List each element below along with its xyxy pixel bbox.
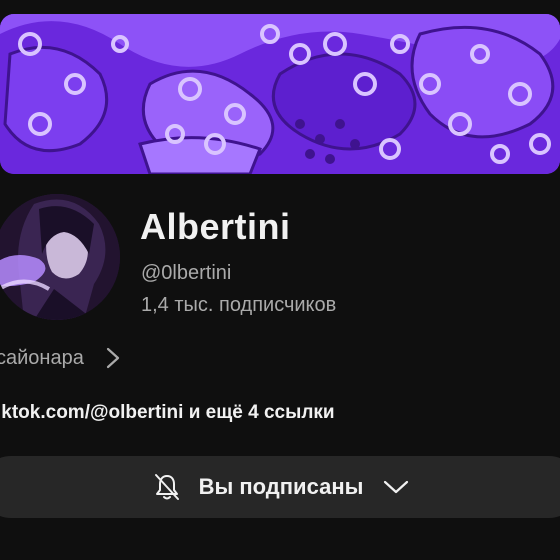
channel-handle: @0lbertini	[141, 262, 232, 284]
channel-description[interactable]: сайонара	[0, 344, 120, 372]
subscriber-count: 1,4 тыс. подписчиков	[141, 294, 337, 316]
channel-name: Albertini	[140, 206, 291, 247]
chevron-down-icon	[383, 479, 409, 495]
subscribed-button[interactable]: Вы подписаны	[0, 456, 560, 518]
banner-artwork	[0, 14, 560, 174]
channel-links[interactable]: iktok.com/@olbertini и ещё 4 ссылки	[0, 402, 335, 424]
chevron-right-icon	[106, 347, 120, 369]
subscribed-label: Вы подписаны	[198, 474, 364, 499]
bell-off-icon	[151, 471, 183, 503]
channel-banner[interactable]	[0, 14, 560, 174]
avatar-artwork	[0, 194, 120, 320]
channel-avatar[interactable]	[0, 194, 120, 320]
description-text: сайонара	[0, 346, 84, 369]
